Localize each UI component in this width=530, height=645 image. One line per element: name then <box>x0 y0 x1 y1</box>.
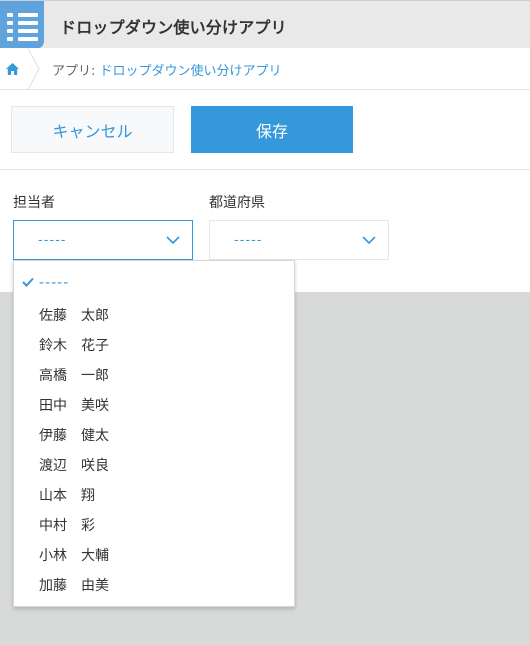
cancel-button[interactable]: キャンセル <box>11 106 174 153</box>
assignee-options-list: ----- 佐藤 太郎 鈴木 花子 高橋 一郎 田中 美咲 伊藤 健太 渡辺 咲… <box>13 260 295 607</box>
app-window: ドロップダウン使い分けアプリ アプリ: ドロップダウン使い分けアプリ キャンセル… <box>0 0 530 645</box>
dropdown-option[interactable]: 渡辺 咲良 <box>14 449 294 479</box>
breadcrumb: アプリ: ドロップダウン使い分けアプリ <box>0 48 530 90</box>
dropdown-option[interactable]: 佐藤 太郎 <box>14 299 294 329</box>
check-icon <box>22 277 34 287</box>
option-label: 中村 彩 <box>39 518 95 534</box>
home-icon <box>6 63 19 75</box>
dropdown-option[interactable]: 加藤 由美 <box>14 569 294 599</box>
prefecture-dropdown[interactable]: ----- <box>209 220 389 260</box>
option-label: 田中 美咲 <box>39 398 109 414</box>
dropdown-option[interactable]: 山本 翔 <box>14 479 294 509</box>
assignee-selected-value: ----- <box>38 233 67 248</box>
option-label: 加藤 由美 <box>39 578 109 594</box>
option-label: 伊藤 健太 <box>39 428 109 444</box>
option-label: 小林 大輔 <box>39 548 109 564</box>
dropdown-option[interactable]: 伊藤 健太 <box>14 419 294 449</box>
dropdown-option[interactable]: 田中 美咲 <box>14 389 294 419</box>
dropdown-option[interactable]: 中村 彩 <box>14 509 294 539</box>
app-header: ドロップダウン使い分けアプリ <box>0 0 530 49</box>
option-label: 山本 翔 <box>39 488 95 504</box>
app-title: ドロップダウン使い分けアプリ <box>60 18 287 37</box>
chevron-down-icon <box>166 236 180 245</box>
breadcrumb-separator-icon <box>27 48 40 90</box>
breadcrumb-prefix: アプリ: <box>52 64 100 79</box>
option-label: 鈴木 花子 <box>39 338 109 354</box>
dropdown-option[interactable]: 小林 大輔 <box>14 539 294 569</box>
edit-toolbar: キャンセル 保存 <box>0 90 530 170</box>
chevron-down-icon <box>362 236 376 245</box>
option-label: 渡辺 咲良 <box>39 458 109 474</box>
prefecture-label: 都道府県 <box>209 195 265 211</box>
prefecture-selected-value: ----- <box>234 233 263 248</box>
breadcrumb-path: アプリ: ドロップダウン使い分けアプリ <box>52 60 282 79</box>
dropdown-option[interactable]: 鈴木 花子 <box>14 329 294 359</box>
dropdown-option[interactable]: ----- <box>14 269 294 299</box>
save-button[interactable]: 保存 <box>191 106 353 153</box>
breadcrumb-app-link[interactable]: ドロップダウン使い分けアプリ <box>100 64 282 79</box>
dropdown-option[interactable]: 高橋 一郎 <box>14 359 294 389</box>
option-label: 高橋 一郎 <box>39 368 109 384</box>
option-label: 佐藤 太郎 <box>39 308 109 324</box>
assignee-dropdown[interactable]: ----- <box>13 220 193 260</box>
option-label: ----- <box>39 275 70 291</box>
app-list-icon[interactable] <box>0 1 44 49</box>
home-link[interactable] <box>0 48 30 90</box>
assignee-label: 担当者 <box>13 195 55 211</box>
